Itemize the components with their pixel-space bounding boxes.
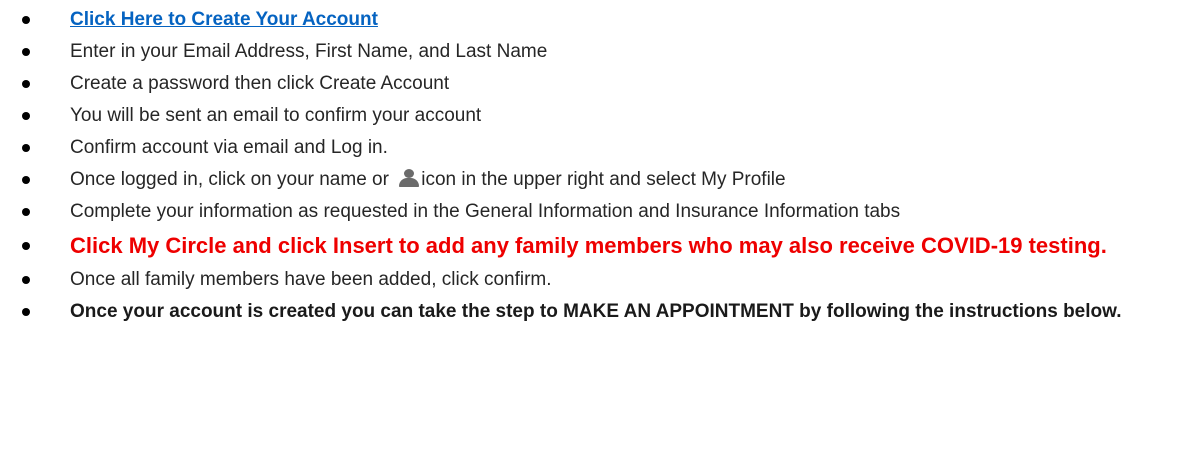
list-item-create-account: Click Here to Create Your Account <box>0 6 1199 33</box>
list-item-my-circle: Click My Circle and click Insert to add … <box>0 230 1199 261</box>
bold-text: Once your account is created you can tak… <box>70 301 1122 322</box>
user-icon <box>398 169 420 187</box>
step-text-suffix: icon in the upper right and select My Pr… <box>421 169 786 190</box>
list-item-confirm-login: Confirm account via email and Log in. <box>0 134 1199 161</box>
step-text: Confirm account via email and Log in. <box>70 137 388 158</box>
step-text: Complete your information as requested i… <box>70 201 901 222</box>
bullet-icon <box>22 208 30 216</box>
bullet-icon <box>22 16 30 24</box>
list-item-confirm-family: Once all family members have been added,… <box>0 266 1199 293</box>
step-text: Once all family members have been added,… <box>70 269 552 290</box>
list-item-enter-info: Enter in your Email Address, First Name,… <box>0 38 1199 65</box>
step-text-prefix: Once logged in, click on your name or <box>70 169 389 190</box>
instructions-page: Click Here to Create Your Account Enter … <box>0 0 1199 473</box>
highlight-text: Click My Circle and click Insert to add … <box>70 233 1107 258</box>
instructions-list: Click Here to Create Your Account Enter … <box>0 6 1199 325</box>
bullet-icon <box>22 48 30 56</box>
list-item-complete-info: Complete your information as requested i… <box>0 198 1199 225</box>
bullet-icon <box>22 144 30 152</box>
list-item-create-password: Create a password then click Create Acco… <box>0 70 1199 97</box>
step-text: You will be sent an email to confirm you… <box>70 105 482 126</box>
list-item-make-appointment: Once your account is created you can tak… <box>0 298 1199 325</box>
bullet-icon <box>22 276 30 284</box>
bullet-icon <box>22 80 30 88</box>
bullet-icon <box>22 242 30 250</box>
bullet-icon <box>22 176 30 184</box>
list-item-my-profile: Once logged in, click on your name or ic… <box>0 166 1199 193</box>
step-text: Enter in your Email Address, First Name,… <box>70 41 548 62</box>
bullet-icon <box>22 308 30 316</box>
step-text: Create a password then click Create Acco… <box>70 73 450 94</box>
bullet-icon <box>22 112 30 120</box>
create-account-link[interactable]: Click Here to Create Your Account <box>70 9 378 30</box>
list-item-confirm-email: You will be sent an email to confirm you… <box>0 102 1199 129</box>
